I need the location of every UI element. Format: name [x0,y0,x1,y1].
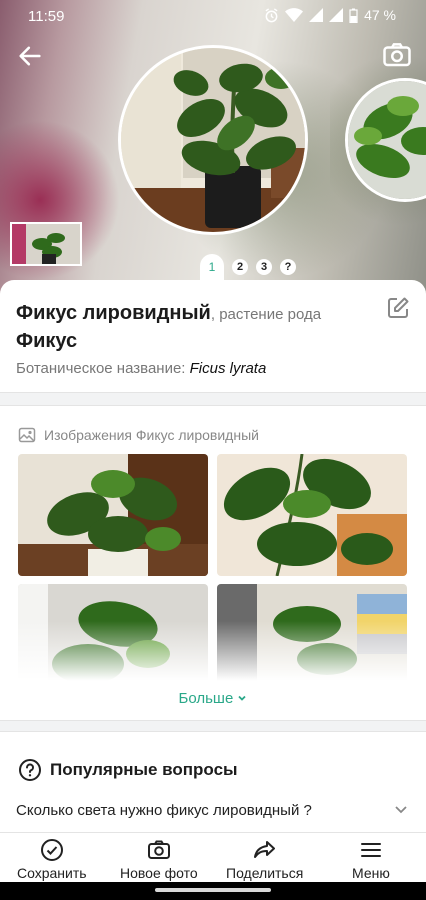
popular-questions-header: Популярные вопросы [18,758,238,782]
plant-info-card: Фикус лировидный, растение рода Фикус Бо… [0,280,426,392]
bottom-navigation: Сохранить Новое фото Поделиться Меню [0,832,426,882]
new-photo-button[interactable]: Новое фото [120,837,198,881]
battery-icon [349,8,358,23]
signal-icon [329,8,344,22]
battery-percent: 47 % [364,7,396,23]
plant-name: Фикус лировидный [16,302,211,324]
more-images-label: Больше [178,690,234,707]
plant-photo-image [348,81,426,199]
signal-icon [309,8,324,22]
plant-photo-main[interactable] [118,45,308,235]
share-arrow-icon [253,841,275,858]
alarm-icon [265,7,278,22]
save-button[interactable]: Сохранить [17,837,87,881]
more-images-link[interactable]: Больше [0,690,426,707]
popular-questions-title: Популярные вопросы [50,760,238,779]
images-fade-overlay [0,621,426,691]
plant-image-tile[interactable] [217,454,407,576]
plant-image-tile[interactable] [18,454,208,576]
chevron-down-icon[interactable] [394,802,408,816]
images-section-title: Изображения Фикус лировидный [44,427,259,443]
image-gallery-icon [18,427,36,443]
save-label: Сохранить [17,865,87,881]
share-button[interactable]: Поделиться [226,837,303,881]
pager-help[interactable]: ? [280,259,296,275]
menu-icon [360,843,381,857]
home-indicator[interactable] [155,888,271,892]
hero-gallery: 11:59 47 % 1 2 3 ? [0,0,426,300]
plant-image [217,454,407,576]
thumbnail-image [12,224,80,264]
botanical-label: Ботаническое название: [16,360,186,377]
images-section-header: Изображения Фикус лировидный [18,426,259,444]
botanical-name: Ficus lyrata [189,360,267,377]
genus-prefix: , растение рода [210,306,322,323]
gesture-bar [0,882,426,900]
photo-pager: 1 2 3 ? [200,254,296,280]
plant-title: Фикус лировидный, растение рода Фикус [16,300,366,354]
user-photo-thumbnail[interactable] [10,222,82,266]
plant-image [18,454,208,576]
camera-icon [147,840,170,859]
question-circle-icon [19,759,41,781]
status-bar: 11:59 47 % [0,0,426,32]
plant-genus: Фикус [16,330,78,352]
wifi-icon [285,8,304,22]
section-divider [0,720,426,732]
pager-page[interactable]: 3 [256,259,272,275]
popular-questions-section: Популярные вопросы Сколько света нужно ф… [0,732,426,832]
share-label: Поделиться [226,865,304,881]
plant-photo-image [121,48,305,232]
menu-label: Меню [352,865,390,881]
pager-page[interactable]: 2 [232,259,248,275]
edit-icon[interactable] [386,296,410,320]
new-photo-label: Новое фото [120,865,198,881]
pager-page-active[interactable]: 1 [200,254,224,280]
question-item[interactable]: Сколько света нужно фикус лировидный ? [16,802,312,819]
menu-button[interactable]: Меню [352,837,390,881]
botanical-name-row: Ботаническое название: Ficus lyrata [16,360,266,377]
camera-icon[interactable] [382,40,412,70]
status-time: 11:59 [28,8,65,25]
checkmark-circle-icon [40,839,63,861]
chevron-down-icon [238,695,247,701]
status-icons: 47 % [264,7,396,23]
images-section: Изображения Фикус лировидный Больше [0,406,426,720]
section-divider [0,392,426,406]
back-arrow-icon[interactable] [16,42,44,70]
